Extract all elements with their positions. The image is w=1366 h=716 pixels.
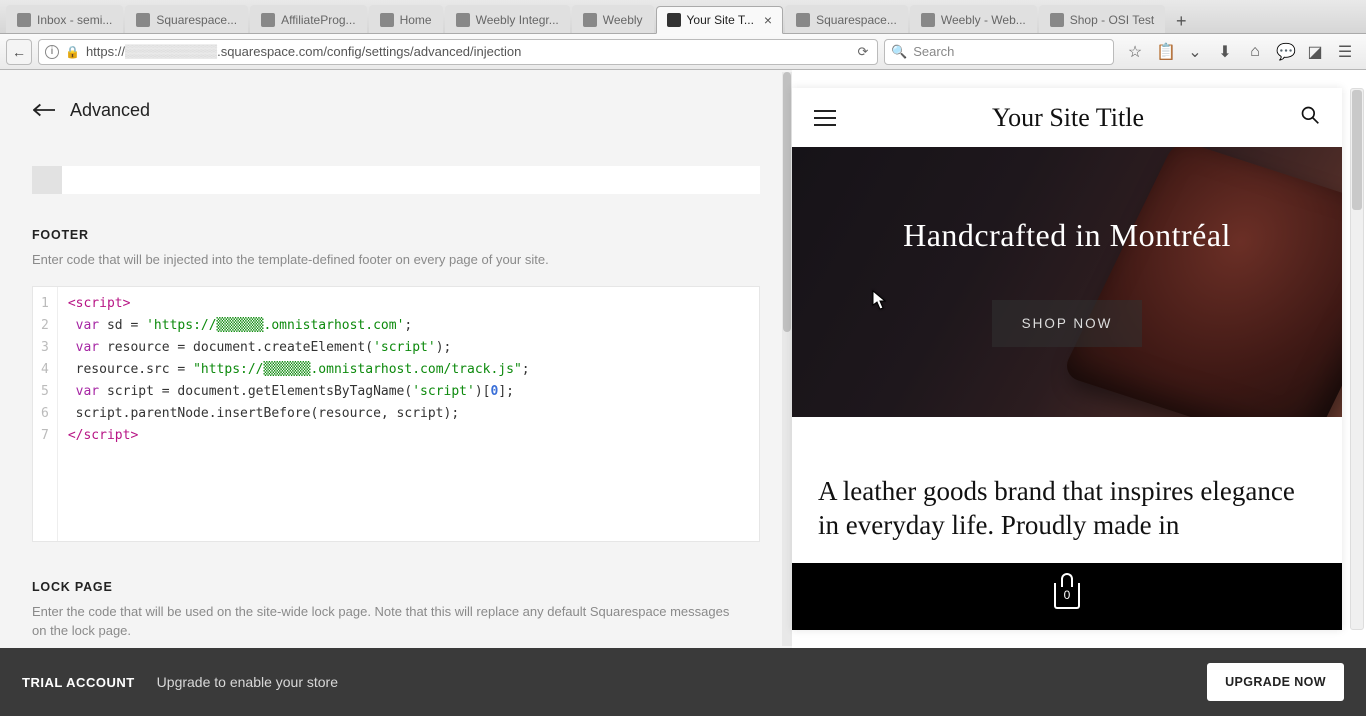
- shopping-bag-icon[interactable]: 0: [1054, 583, 1080, 609]
- url-bar[interactable]: i 🔒 https://▒▒▒▒▒▒▒▒▒▒.squarespace.com/c…: [38, 39, 878, 65]
- hero-heading: Handcrafted in Montréal: [903, 217, 1231, 254]
- footer-code-editor[interactable]: 1234567 <script> var sd = 'https://▒▒▒▒▒…: [32, 286, 760, 542]
- shop-now-button[interactable]: SHOP NOW: [992, 300, 1143, 347]
- cart-count: 0: [1064, 588, 1071, 602]
- browser-tab[interactable]: AffiliateProg...: [250, 5, 366, 33]
- favicon-icon: [261, 13, 275, 27]
- favicon-icon: [796, 13, 810, 27]
- panel-title: Advanced: [70, 100, 150, 121]
- downloads-icon[interactable]: ⬇: [1216, 42, 1234, 62]
- browser-tab[interactable]: Weebly - Web...: [910, 5, 1037, 33]
- extension-icon[interactable]: ◪: [1306, 42, 1324, 62]
- clipboard-icon[interactable]: 📋: [1156, 42, 1174, 62]
- preview-header: Your Site Title: [792, 88, 1342, 147]
- favicon-icon: [380, 13, 394, 27]
- browser-tab[interactable]: Squarespace...: [785, 5, 908, 33]
- browser-tabstrip: Inbox - semi... Squarespace... Affiliate…: [0, 0, 1366, 34]
- preview-body-text: A leather goods brand that inspires eleg…: [792, 417, 1342, 563]
- toolbar-icons: ☆ 📋 ⌄ ⬇ ⌂ 💬 ◪ ☰: [1120, 42, 1360, 62]
- tab-label: Weebly - Web...: [941, 13, 1026, 27]
- favicon-icon: [1050, 13, 1064, 27]
- site-info-icon[interactable]: i: [45, 45, 59, 59]
- footer-section-desc: Enter code that will be injected into th…: [32, 250, 760, 270]
- preview-cart-bar[interactable]: 0: [792, 563, 1342, 630]
- lockpage-section-title: LOCK PAGE: [32, 580, 760, 594]
- tab-label: Shop - OSI Test: [1070, 13, 1155, 27]
- chat-icon[interactable]: 💬: [1276, 42, 1294, 62]
- trial-account-label: TRIAL ACCOUNT: [22, 675, 135, 690]
- search-bar[interactable]: 🔍 Search: [884, 39, 1114, 65]
- browser-tab[interactable]: Inbox - semi...: [6, 5, 123, 33]
- tab-label: Your Site T...: [687, 13, 754, 27]
- back-arrow-icon[interactable]: [32, 98, 56, 122]
- footer-section-title: FOOTER: [32, 228, 760, 242]
- new-tab-button[interactable]: +: [1167, 9, 1195, 33]
- search-placeholder: Search: [913, 44, 954, 59]
- search-icon[interactable]: [1300, 105, 1320, 130]
- code-gutter: 1234567: [33, 287, 58, 541]
- search-icon: 🔍: [891, 44, 907, 60]
- trial-desc: Upgrade to enable your store: [157, 674, 1207, 690]
- url-text: https://▒▒▒▒▒▒▒▒▒▒.squarespace.com/confi…: [86, 44, 849, 59]
- favicon-icon: [921, 13, 935, 27]
- browser-navbar: ← i 🔒 https://▒▒▒▒▒▒▒▒▒▒.squarespace.com…: [0, 34, 1366, 70]
- header-code-block[interactable]: [32, 166, 760, 194]
- tab-label: Weebly Integr...: [476, 13, 559, 27]
- favicon-icon: [17, 13, 31, 27]
- favicon-icon: [456, 13, 470, 27]
- bookmark-star-icon[interactable]: ☆: [1126, 42, 1144, 62]
- lockpage-section-desc: Enter the code that will be used on the …: [32, 602, 732, 641]
- reload-icon[interactable]: ⟳: [855, 44, 871, 60]
- trial-bottombar: TRIAL ACCOUNT Upgrade to enable your sto…: [0, 648, 1366, 716]
- tab-label: Home: [400, 13, 432, 27]
- hamburger-icon[interactable]: [814, 110, 836, 126]
- tab-close-icon[interactable]: ×: [764, 12, 772, 28]
- browser-tab[interactable]: Home: [369, 5, 443, 33]
- browser-tab[interactable]: Shop - OSI Test: [1039, 5, 1166, 33]
- scrollbar-thumb[interactable]: [1352, 90, 1362, 210]
- config-scrollbar[interactable]: [782, 72, 792, 646]
- upgrade-now-button[interactable]: UPGRADE NOW: [1207, 663, 1344, 701]
- tab-label: Inbox - semi...: [37, 13, 112, 27]
- favicon-icon: [583, 13, 597, 27]
- lock-icon: 🔒: [65, 45, 80, 59]
- preview-scrollbar[interactable]: [1350, 88, 1364, 630]
- home-icon[interactable]: ⌂: [1246, 43, 1264, 61]
- preview-site-title[interactable]: Your Site Title: [992, 103, 1144, 133]
- browser-tab-active[interactable]: Your Site T... ×: [656, 6, 784, 34]
- code-area[interactable]: <script> var sd = 'https://▒▒▒▒▒▒.omnist…: [58, 287, 540, 541]
- tab-label: Squarespace...: [156, 13, 237, 27]
- site-preview: Your Site Title Handcrafted in Montréal …: [792, 88, 1342, 630]
- back-button[interactable]: ←: [6, 39, 32, 65]
- scrollbar-thumb[interactable]: [783, 72, 791, 332]
- browser-tab[interactable]: Squarespace...: [125, 5, 248, 33]
- favicon-icon: [667, 13, 681, 27]
- browser-tab[interactable]: Weebly Integr...: [445, 5, 570, 33]
- tab-label: Squarespace...: [816, 13, 897, 27]
- favicon-icon: [136, 13, 150, 27]
- tab-label: Weebly: [603, 13, 643, 27]
- site-preview-wrap: Your Site Title Handcrafted in Montréal …: [792, 70, 1366, 648]
- pocket-icon[interactable]: ⌄: [1186, 42, 1204, 62]
- browser-tab[interactable]: Weebly: [572, 5, 654, 33]
- menu-icon[interactable]: ☰: [1336, 42, 1354, 62]
- tab-label: AffiliateProg...: [281, 13, 355, 27]
- config-panel: Advanced FOOTER Enter code that will be …: [0, 70, 792, 648]
- preview-hero: Handcrafted in Montréal SHOP NOW: [792, 147, 1342, 417]
